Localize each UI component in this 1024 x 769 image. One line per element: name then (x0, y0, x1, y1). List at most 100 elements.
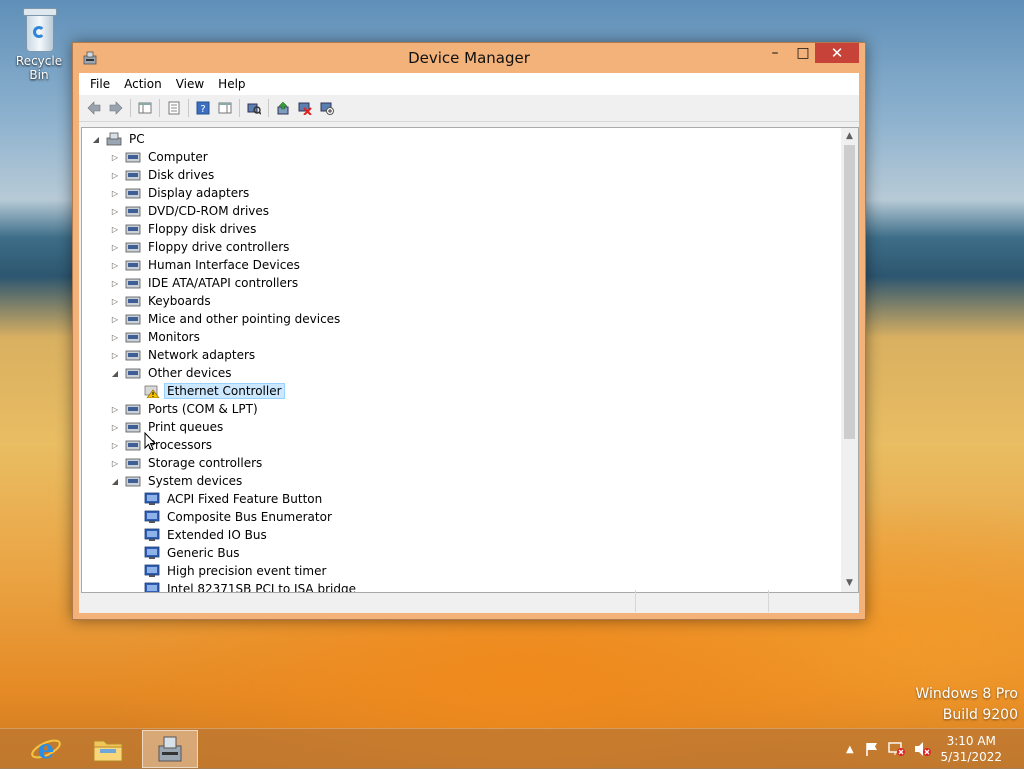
expand-arrow-icon[interactable]: ▷ (109, 225, 121, 234)
menu-file[interactable]: File (83, 77, 117, 91)
tree-device[interactable]: Composite Bus Enumerator (128, 508, 335, 526)
tree-category[interactable]: ▷ Disk drives (109, 166, 217, 184)
clock-time: 3:10 AM (946, 734, 996, 748)
tree-item-label: System devices (148, 474, 243, 488)
expand-arrow-icon[interactable]: ▷ (109, 261, 121, 270)
tree-category[interactable]: ▷ Print queues (109, 418, 226, 436)
tree-category[interactable]: ◢ System devices (109, 472, 245, 490)
tree-device[interactable]: Ethernet Controller (128, 382, 285, 400)
svg-text:e: e (38, 735, 55, 765)
back-button[interactable] (83, 98, 105, 118)
tree-category[interactable]: ▷ Mice and other pointing devices (109, 310, 343, 328)
unknown-device-warning-icon (144, 385, 160, 398)
device-category-icon (125, 314, 141, 325)
tree-root-pc[interactable]: ◢ PC (90, 130, 148, 148)
toolbar-separator (188, 99, 189, 117)
help-button[interactable]: ? (192, 98, 214, 118)
taskbar-file-explorer[interactable] (80, 730, 136, 768)
tree-item-label: Other devices (148, 366, 232, 380)
svg-text:?: ? (200, 104, 205, 115)
show-hidden-icons-chevron-icon[interactable]: ▲ (846, 744, 854, 755)
volume-muted-icon[interactable] (914, 741, 932, 757)
maximize-button[interactable]: □ (789, 43, 817, 63)
tree-category[interactable]: ▷ Computer (109, 148, 211, 166)
tree-item-label: High precision event timer (167, 564, 327, 578)
uninstall-device-button[interactable] (294, 98, 316, 118)
status-pane-main (79, 590, 635, 612)
taskbar-internet-explorer[interactable]: e (18, 730, 74, 768)
scan-hardware-button[interactable] (243, 98, 265, 118)
title-bar[interactable]: Device Manager – □ ✕ (73, 43, 865, 73)
watermark-build: Build 9200 (942, 707, 1018, 723)
tree-category[interactable]: ▷ DVD/CD-ROM drives (109, 202, 272, 220)
tree-category[interactable]: ◢ Other devices (109, 364, 235, 382)
expand-arrow-icon[interactable]: ▷ (109, 243, 121, 252)
expand-arrow-icon[interactable]: ▷ (109, 423, 121, 432)
show-hide-console-tree-button[interactable] (134, 98, 156, 118)
collapse-arrow-icon[interactable]: ◢ (109, 477, 121, 486)
expand-arrow-icon[interactable]: ▷ (109, 207, 121, 216)
tree-item-label: Generic Bus (167, 546, 240, 560)
recycle-bin-icon (22, 8, 57, 52)
scrollbar-thumb[interactable] (844, 145, 855, 439)
window-title: Device Manager (408, 49, 530, 67)
device-category-icon (125, 224, 141, 235)
expand-arrow-icon[interactable]: ▷ (109, 405, 121, 414)
collapse-arrow-icon[interactable]: ◢ (90, 135, 102, 144)
expand-arrow-icon[interactable]: ▷ (109, 189, 121, 198)
tree-category[interactable]: ▷ Display adapters (109, 184, 252, 202)
tree-device[interactable]: Generic Bus (128, 544, 242, 562)
scroll-up-arrow-icon[interactable]: ▲ (841, 128, 858, 145)
system-device-icon (144, 546, 160, 559)
expand-arrow-icon[interactable]: ▷ (109, 351, 121, 360)
properties-button[interactable] (163, 98, 185, 118)
close-button[interactable]: ✕ (815, 43, 859, 63)
tree-category[interactable]: ▷ Storage controllers (109, 454, 265, 472)
disable-device-button[interactable] (316, 98, 338, 118)
tree-device[interactable]: ACPI Fixed Feature Button (128, 490, 325, 508)
tree-category[interactable]: ▷ Ports (COM & LPT) (109, 400, 261, 418)
recycle-bin-desktop-icon[interactable]: Recycle Bin (6, 6, 72, 82)
tree-device[interactable]: High precision event timer (128, 562, 329, 580)
tree-item-label: Computer (148, 150, 208, 164)
taskbar-clock[interactable]: 3:10 AM 5/31/2022 (940, 733, 1002, 765)
device-category-icon (125, 404, 141, 415)
expand-arrow-icon[interactable]: ▷ (109, 297, 121, 306)
expand-arrow-icon[interactable]: ▷ (109, 333, 121, 342)
action-pane-button[interactable] (214, 98, 236, 118)
tree-item-label: Mice and other pointing devices (148, 312, 341, 326)
action-center-flag-icon[interactable] (864, 741, 880, 757)
window-client-area: File Action View Help ? ◢ PC ▷ Computer … (79, 73, 859, 613)
taskbar-device-manager[interactable] (142, 730, 198, 768)
clock-date: 5/31/2022 (940, 750, 1002, 764)
expand-arrow-icon[interactable]: ▷ (109, 171, 121, 180)
network-disconnected-icon[interactable] (888, 741, 906, 757)
minimize-button[interactable]: – (761, 43, 789, 63)
vertical-scrollbar[interactable]: ▲ ▼ (841, 128, 858, 592)
tree-category[interactable]: ▷ Human Interface Devices (109, 256, 303, 274)
tree-category[interactable]: ▷ Network adapters (109, 346, 258, 364)
tree-device[interactable]: Extended IO Bus (128, 526, 270, 544)
expand-arrow-icon[interactable]: ▷ (109, 315, 121, 324)
tree-category[interactable]: ▷ Floppy drive controllers (109, 238, 292, 256)
menu-help[interactable]: Help (211, 77, 252, 91)
update-driver-button[interactable] (272, 98, 294, 118)
collapse-arrow-icon[interactable]: ◢ (109, 369, 121, 378)
tree-category[interactable]: ▷ Processors (109, 436, 215, 454)
tree-item-label: Print queues (148, 420, 224, 434)
tree-category[interactable]: ▷ Monitors (109, 328, 203, 346)
device-category-icon (125, 332, 141, 343)
forward-button[interactable] (105, 98, 127, 118)
expand-arrow-icon[interactable]: ▷ (109, 459, 121, 468)
tree-category[interactable]: ▷ IDE ATA/ATAPI controllers (109, 274, 301, 292)
expand-arrow-icon[interactable]: ▷ (109, 153, 121, 162)
device-category-icon (125, 296, 141, 307)
expand-arrow-icon[interactable]: ▷ (109, 441, 121, 450)
system-device-icon (144, 492, 160, 505)
tree-category[interactable]: ▷ Keyboards (109, 292, 214, 310)
tree-category[interactable]: ▷ Floppy disk drives (109, 220, 259, 238)
menu-action[interactable]: Action (117, 77, 169, 91)
tree-item-label: PC (129, 132, 145, 146)
menu-view[interactable]: View (169, 77, 211, 91)
expand-arrow-icon[interactable]: ▷ (109, 279, 121, 288)
